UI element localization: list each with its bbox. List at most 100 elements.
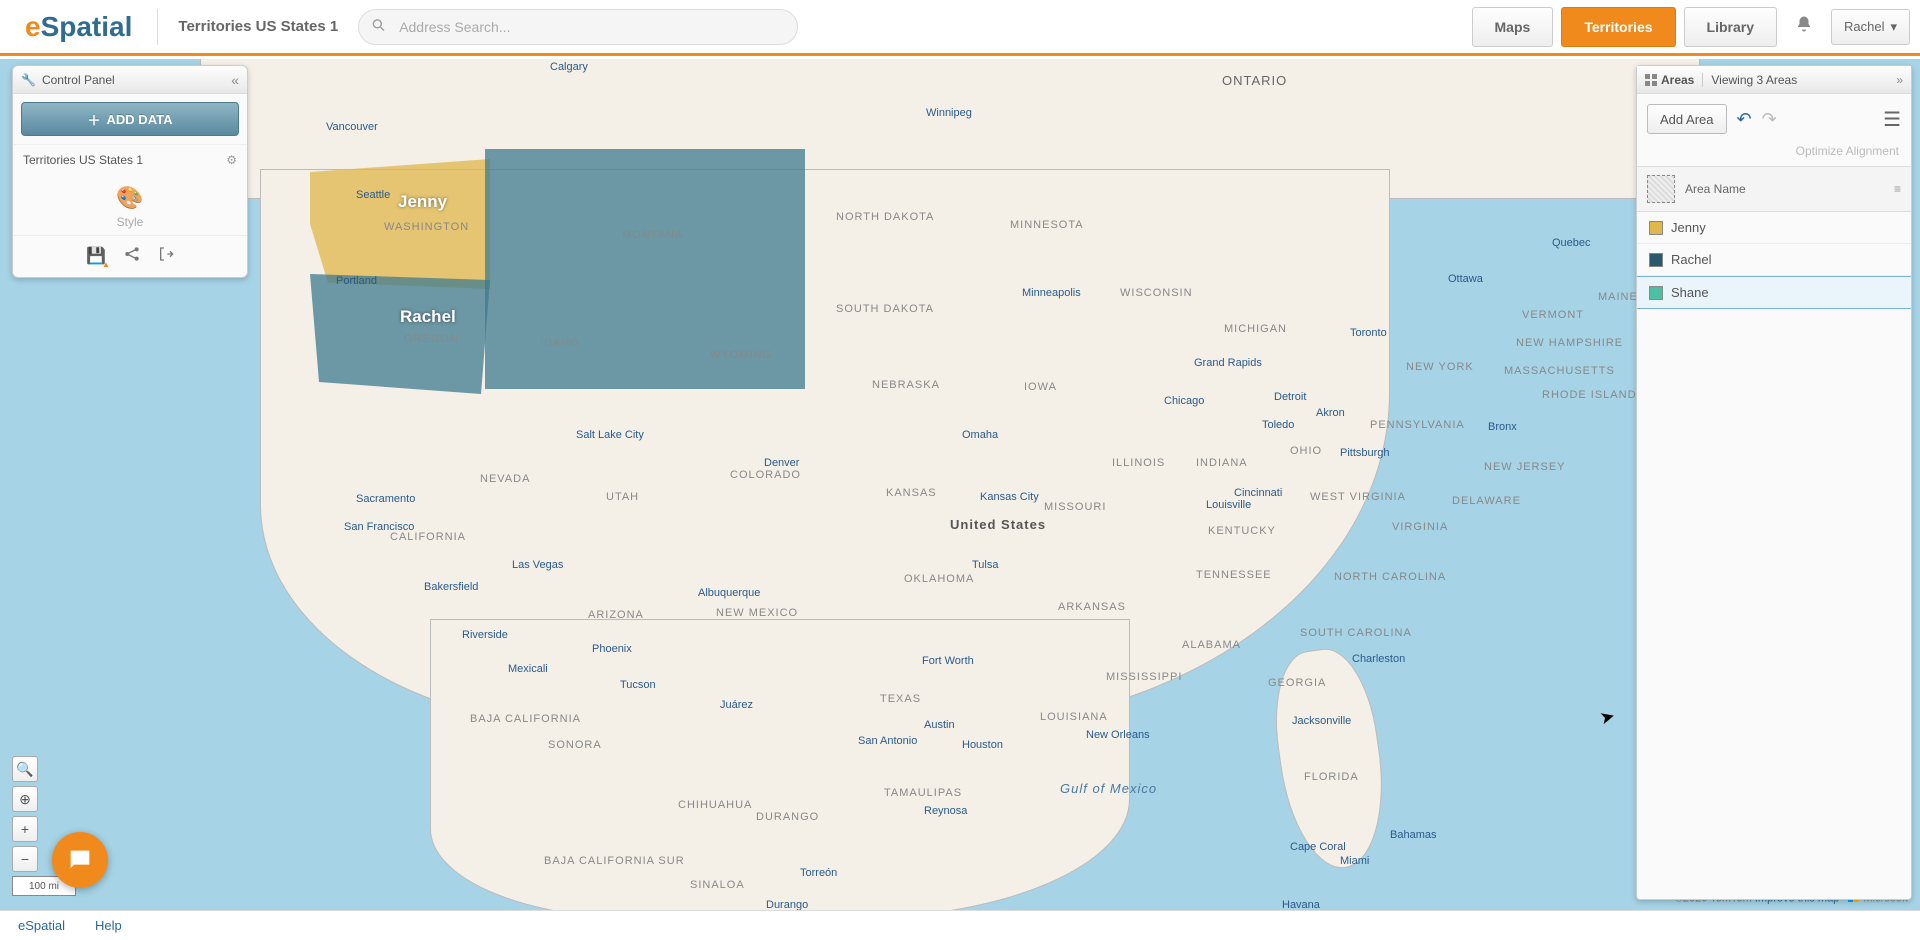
city-durango: Durango (766, 899, 808, 910)
label-utah: UTAH (606, 491, 639, 503)
area-row-jenny[interactable]: Jenny (1637, 212, 1911, 244)
city-kansascity: Kansas City (980, 491, 1039, 503)
layer-row[interactable]: Territories US States 1 ⚙ (13, 144, 247, 175)
nav-library[interactable]: Library (1684, 7, 1777, 47)
map-title: Territories US States 1 (168, 18, 348, 35)
zoom-region-icon[interactable]: 🔍 (12, 756, 38, 782)
city-sacramento: Sacramento (356, 493, 415, 505)
areas-toolbar: Add Area ↶ ↷ ☰ (1637, 94, 1911, 144)
add-area-button[interactable]: Add Area (1647, 104, 1727, 134)
city-denver: Denver (764, 457, 799, 469)
label-chihuahua: CHIHUAHUA (678, 799, 752, 811)
select-all-box[interactable] (1647, 175, 1675, 203)
city-louisville: Louisville (1206, 499, 1251, 511)
city-seattle: Seattle (356, 189, 390, 201)
area-row-shane[interactable]: Shane (1637, 276, 1911, 309)
location-pin-icon (370, 16, 386, 37)
label-rhodeisland: RHODE ISLAND (1542, 389, 1637, 401)
label-michigan: MICHIGAN (1224, 323, 1287, 335)
label-sinaloa: SINALOA (690, 879, 745, 891)
label-newmexico: NEW MEXICO (716, 607, 798, 619)
label-ohio: OHIO (1290, 445, 1322, 457)
label-idaho: IDAHO (540, 337, 580, 349)
city-bahamas: Bahamas (1390, 829, 1436, 841)
control-panel-title: Control Panel (42, 73, 115, 87)
label-montana: MONTANA (622, 229, 683, 241)
zoom-out-button[interactable]: − (12, 846, 38, 872)
menu-icon[interactable]: ☰ (1883, 107, 1901, 132)
bell-icon[interactable] (1785, 15, 1823, 38)
control-panel-header[interactable]: 🔧 Control Panel « (13, 66, 247, 94)
label-oregon: OREGON (404, 333, 459, 345)
areas-panel: Areas Viewing 3 Areas » Add Area ↶ ↷ ☰ O… (1636, 65, 1912, 900)
area-row-rachel[interactable]: Rachel (1637, 244, 1911, 276)
locate-icon[interactable]: ⊕ (12, 786, 38, 812)
city-juarez: Juárez (720, 699, 753, 711)
footer-brand[interactable]: eSpatial (18, 918, 65, 933)
label-tamaulipas: TAMAULIPAS (884, 787, 962, 799)
gear-icon[interactable]: ⚙ (226, 153, 237, 167)
label-alabama: ALABAMA (1182, 639, 1241, 651)
city-neworleans: New Orleans (1086, 729, 1150, 741)
city-lasvegas: Las Vegas (512, 559, 563, 571)
city-phoenix: Phoenix (592, 643, 632, 655)
city-miami: Miami (1340, 855, 1369, 867)
footer-help[interactable]: Help (95, 918, 122, 933)
city-albuquerque: Albuquerque (698, 587, 760, 599)
add-data-button[interactable]: ＋ ADD DATA (21, 102, 239, 136)
column-menu-icon[interactable]: ≡ (1894, 182, 1901, 196)
city-omaha: Omaha (962, 429, 998, 441)
label-bcn: BAJA CALIFORNIA (470, 713, 581, 725)
label-georgia: GEORGIA (1268, 677, 1326, 689)
label-gulf: Gulf of Mexico (1060, 781, 1157, 796)
nav-territories[interactable]: Territories (1561, 7, 1675, 47)
share-icon[interactable] (124, 246, 140, 267)
city-sanantonio: San Antonio (858, 735, 917, 747)
label-texas: TEXAS (880, 693, 921, 705)
user-name: Rachel (1844, 19, 1884, 34)
label-illinois: ILLINOIS (1112, 457, 1165, 469)
divider (157, 9, 158, 45)
territory-rachel-oregon[interactable] (310, 274, 490, 394)
city-chicago: Chicago (1164, 395, 1204, 407)
label-kentucky: KENTUCKY (1208, 525, 1276, 537)
chat-button[interactable] (52, 832, 108, 888)
city-minneapolis: Minneapolis (1022, 287, 1081, 299)
city-bronx: Bronx (1488, 421, 1517, 433)
city-tucson: Tucson (620, 679, 656, 691)
label-us: United States (950, 517, 1046, 532)
label-arkansas: ARKANSAS (1058, 601, 1126, 613)
header-right: Maps Territories Library Rachel ▾ (1472, 7, 1910, 47)
undo-icon[interactable]: ↶ (1737, 109, 1752, 130)
expand-icon[interactable]: » (1896, 73, 1903, 87)
areas-tab[interactable]: Areas (1645, 73, 1703, 87)
nav-maps[interactable]: Maps (1472, 7, 1554, 47)
label-newyork: NEW YORK (1406, 361, 1474, 373)
map-canvas[interactable]: Jenny Rachel WASHINGTON OREGON IDAHO MON… (0, 59, 1920, 910)
label-washington: WASHINGTON (384, 221, 469, 233)
user-menu[interactable]: Rachel ▾ (1831, 9, 1910, 45)
label-minnesota: MINNESOTA (1010, 219, 1084, 231)
label-wyoming: WYOMING (710, 349, 772, 361)
zoom-in-button[interactable]: + (12, 816, 38, 842)
city-tulsa: Tulsa (972, 559, 999, 571)
label-sd: SOUTH DAKOTA (836, 303, 934, 315)
city-houston: Houston (962, 739, 1003, 751)
style-section[interactable]: 🎨 Style (13, 175, 247, 235)
exit-icon[interactable] (158, 246, 174, 267)
save-icon[interactable]: 💾 (86, 246, 106, 267)
redo-icon[interactable]: ↷ (1762, 109, 1777, 130)
control-panel: 🔧 Control Panel « ＋ ADD DATA Territories… (12, 65, 248, 278)
city-winnipeg: Winnipeg (926, 107, 972, 119)
style-label: Style (13, 215, 247, 229)
label-indiana: INDIANA (1196, 457, 1248, 469)
city-ottawa: Ottawa (1448, 273, 1483, 285)
label-maine: MAINE (1598, 291, 1638, 303)
city-mexicali: Mexicali (508, 663, 548, 675)
optimize-alignment[interactable]: Optimize Alignment (1637, 144, 1911, 166)
label-ontario: ONTARIO (1222, 73, 1287, 88)
label-nebraska: NEBRASKA (872, 379, 940, 391)
search-input[interactable] (358, 9, 798, 45)
label-nevada: NEVADA (480, 473, 530, 485)
collapse-icon[interactable]: « (231, 72, 239, 88)
